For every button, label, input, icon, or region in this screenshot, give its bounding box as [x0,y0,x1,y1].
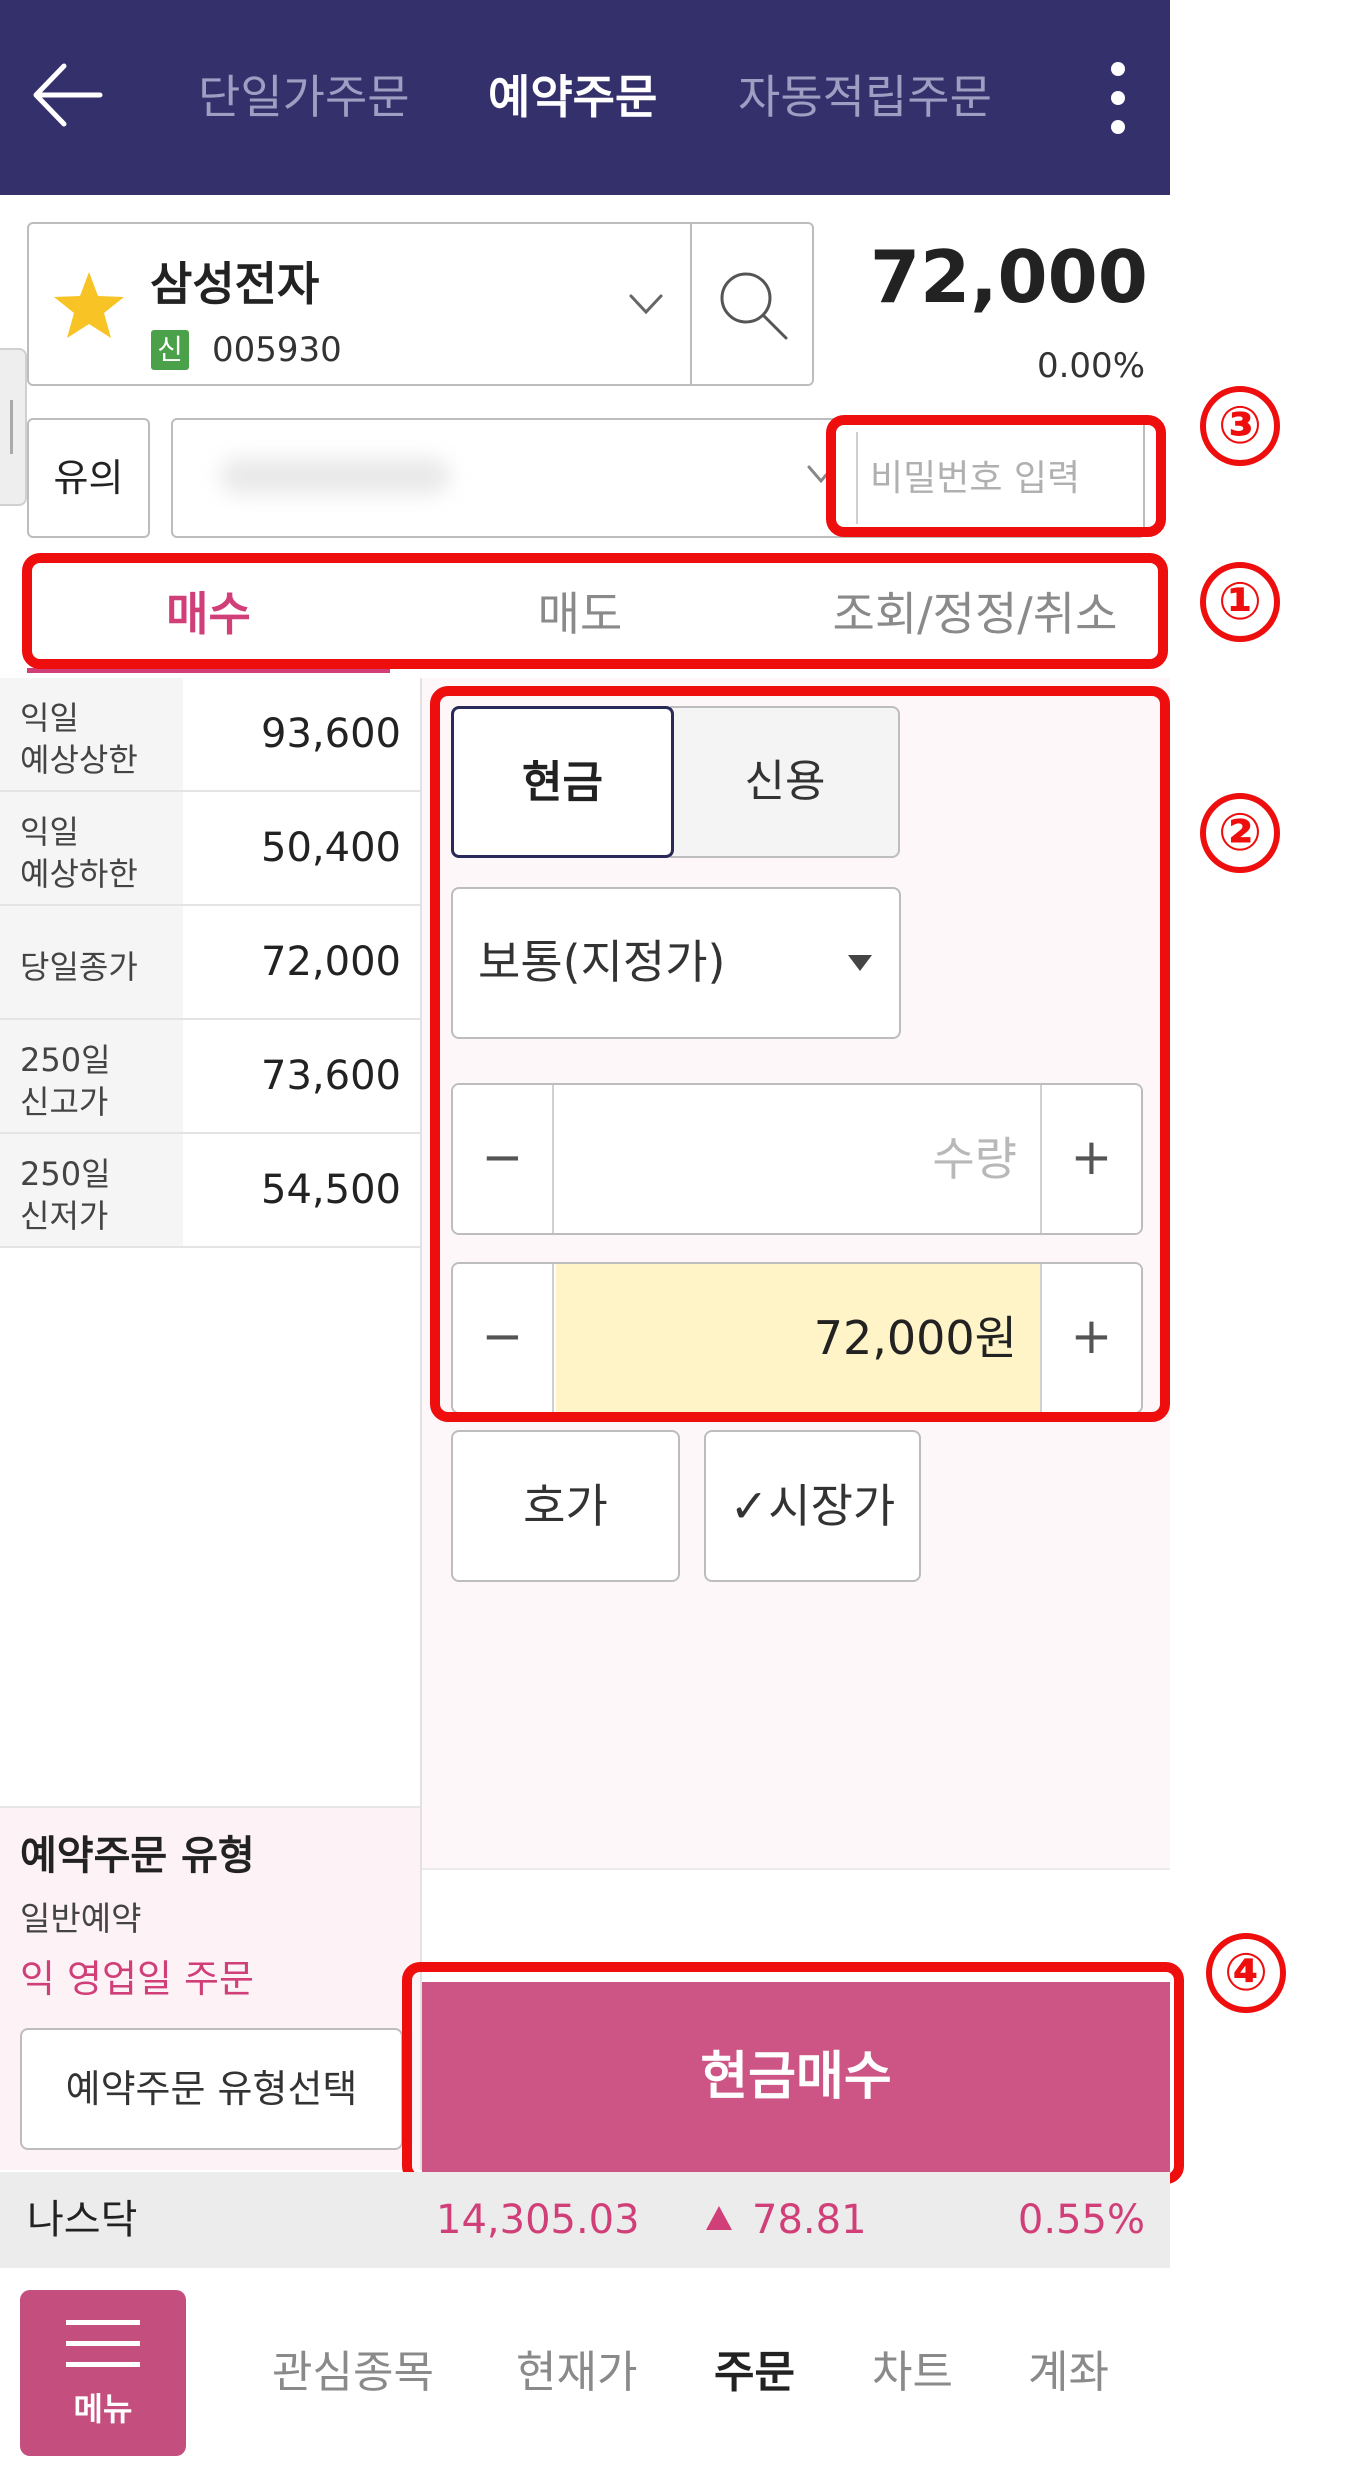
reserve-type-title: 예약주문 유형 [20,1833,255,1879]
quote-button[interactable]: 호가 [451,1430,680,1582]
info-label: 익일 예상상한 [0,678,183,790]
market-price-button[interactable]: ✓시장가 [704,1430,921,1582]
reserve-type-value: 일반예약 [20,1899,142,1938]
stock-code: 005930 [212,330,342,370]
menu-label: 메뉴 [73,2390,133,2428]
info-value: 72,000 [261,939,401,985]
notice-button[interactable]: 유의 [27,418,150,538]
table-row: 250일 신저가 54,500 [0,1134,420,1248]
annotation-number-3: ③ [1200,386,1280,466]
ticker-name: 나스닥 [27,2197,138,2243]
quantity-minus-button[interactable]: − [453,1085,554,1233]
info-value: 54,500 [261,1167,401,1213]
annotation-number-2: ② [1200,793,1280,873]
nav-account[interactable]: 계좌 [1028,2338,1109,2408]
annotation-number-1: ① [1200,562,1280,642]
side-drawer-handle[interactable] [0,348,27,506]
info-label: 250일 신저가 [0,1134,183,1246]
info-value: 50,400 [261,825,401,871]
triangle-up-icon [706,2206,732,2230]
tab-buy[interactable]: 매수 [27,574,390,654]
nav-order[interactable]: 주문 [714,2338,795,2408]
stock-name: 삼성전자 [150,257,320,311]
price-plus-button[interactable]: + [1040,1264,1141,1412]
credit-badge: 신 [151,330,189,370]
info-label: 익일 예상하한 [0,792,183,904]
quantity-stepper: − 수량 + [451,1083,1143,1235]
table-row: 당일종가 72,000 [0,906,420,1020]
cash-buy-button[interactable]: 현금매수 [422,1982,1170,2172]
password-input[interactable] [870,440,1132,516]
current-price: 72,000 [870,235,1148,319]
chevron-down-icon[interactable] [806,462,836,486]
nav-watchlist[interactable]: 관심종목 [272,2338,434,2408]
nav-chart[interactable]: 차트 [872,2338,953,2408]
price-minus-button[interactable]: − [453,1264,554,1412]
stock-selector-divider [690,222,692,386]
search-icon[interactable] [716,268,792,344]
info-label: 250일 신고가 [0,1020,183,1132]
order-type-value: 보통(지정가) [478,935,726,989]
tab-auto-saving-order[interactable]: 자동적립주문 [738,62,992,132]
info-value: 93,600 [261,711,401,757]
ticker-rate: 0.55% [1017,2197,1145,2243]
chevron-down-icon[interactable] [628,290,664,318]
quantity-input[interactable]: 수량 [556,1085,1041,1233]
hamburger-icon [66,2320,140,2367]
reserve-type-select-button[interactable]: 예약주문 유형선택 [20,2028,403,2150]
panel-divider [422,1868,1170,1870]
annotation-number-4: ④ [1206,1933,1286,2013]
table-row: 250일 신고가 73,600 [0,1020,420,1134]
table-row: 익일 예상하한 50,400 [0,792,420,906]
tab-sell[interactable]: 매도 [420,574,740,654]
cash-toggle[interactable]: 현금 [451,706,674,858]
ticker-value: 14,305.03 [436,2197,640,2243]
password-divider [856,432,858,524]
price-stepper: − 72,000원 + [451,1262,1143,1414]
price-info-table: 익일 예상상한 93,600 익일 예상하한 50,400 당일종가 72,00… [0,678,420,1248]
price-input[interactable]: 72,000원 [556,1264,1041,1412]
nav-current-price[interactable]: 현재가 [516,2338,637,2408]
kebab-menu-icon[interactable] [1102,58,1136,138]
reserve-type-description: 익 영업일 주문 [20,1957,254,2001]
table-row: 익일 예상상한 93,600 [0,678,420,792]
account-number-redacted [220,458,450,494]
stock-selector[interactable] [27,222,814,386]
caret-down-icon [848,955,872,971]
tab-inquiry-modify-cancel[interactable]: 조회/정정/취소 [780,574,1170,654]
quantity-plus-button[interactable]: + [1040,1085,1141,1233]
credit-toggle[interactable]: 신용 [670,706,900,858]
star-icon[interactable] [52,270,126,340]
change-rate: 0.00% [1036,346,1145,386]
back-arrow-icon[interactable] [30,60,105,130]
tab-buy-underline [27,668,390,673]
info-label: 당일종가 [0,906,183,1018]
side-drawer-grip [10,400,13,454]
ticker-change: 78.81 [752,2197,867,2243]
tab-reserve-order[interactable]: 예약주문 [488,62,657,132]
tab-single-price-order[interactable]: 단일가주문 [198,62,410,132]
info-value: 73,600 [261,1053,401,1099]
